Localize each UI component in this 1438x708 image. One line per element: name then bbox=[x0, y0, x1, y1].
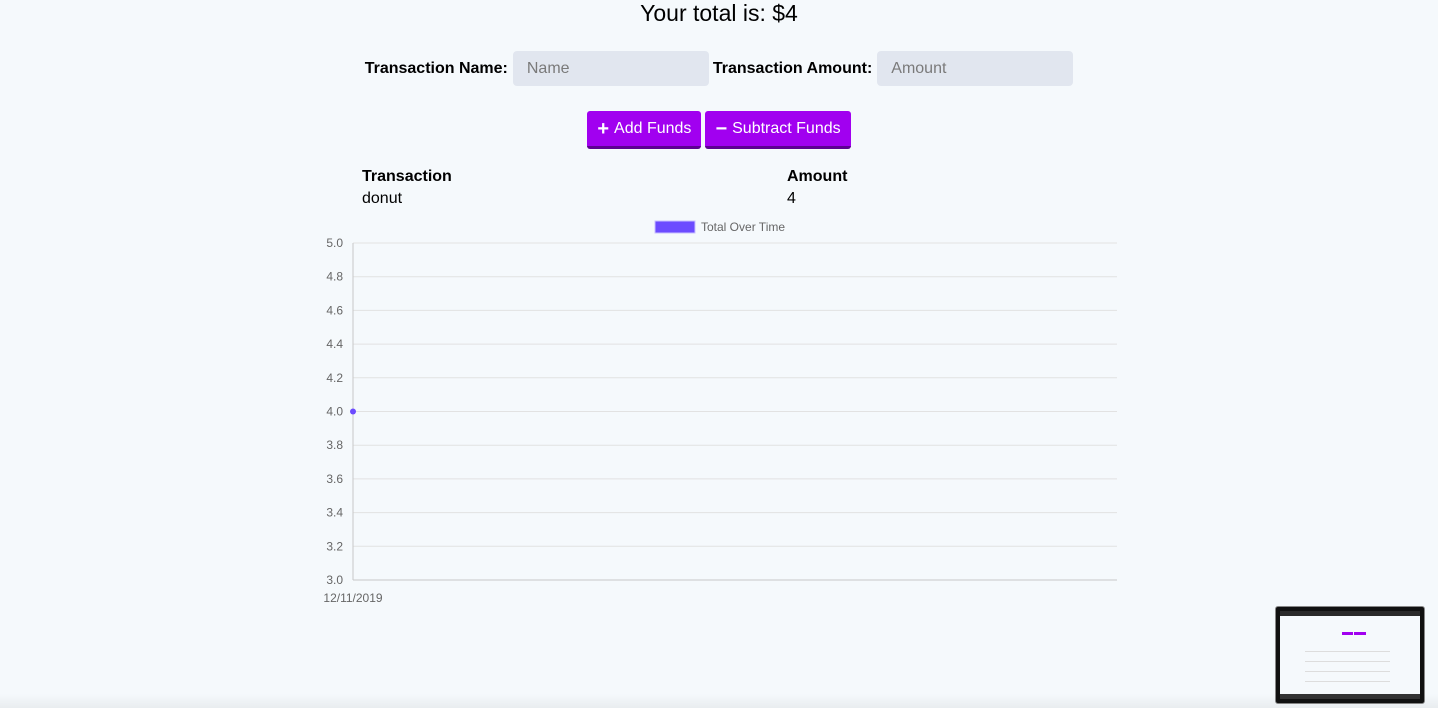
y-tick-label: 5.0 bbox=[326, 236, 343, 250]
y-tick-label: 3.4 bbox=[326, 506, 343, 520]
x-tick-label: 12/11/2019 bbox=[323, 591, 382, 605]
y-tick-label: 3.0 bbox=[326, 573, 343, 587]
screenshot-thumbnail[interactable] bbox=[1275, 606, 1425, 704]
data-point bbox=[350, 408, 356, 415]
y-tick-label: 3.8 bbox=[326, 438, 343, 452]
total-over-time-chart: Total Over Time 5.0 4.8 4.6 4.4 4.2 4.0 3.8 3.6 3… bbox=[323, 220, 1117, 605]
bottom-shadow bbox=[0, 694, 1438, 708]
thumbnail-preview bbox=[1280, 611, 1420, 699]
y-tick-label: 4.6 bbox=[326, 303, 343, 317]
y-tick-label: 4.2 bbox=[326, 371, 343, 385]
y-tick-label: 4.4 bbox=[326, 337, 343, 351]
y-tick-label: 3.6 bbox=[326, 472, 343, 486]
legend-label: Total Over Time bbox=[701, 220, 785, 234]
y-tick-label: 4.8 bbox=[326, 270, 343, 284]
legend-swatch bbox=[654, 220, 696, 234]
y-tick-label: 4.0 bbox=[326, 405, 343, 419]
y-tick-label: 3.2 bbox=[326, 539, 343, 553]
